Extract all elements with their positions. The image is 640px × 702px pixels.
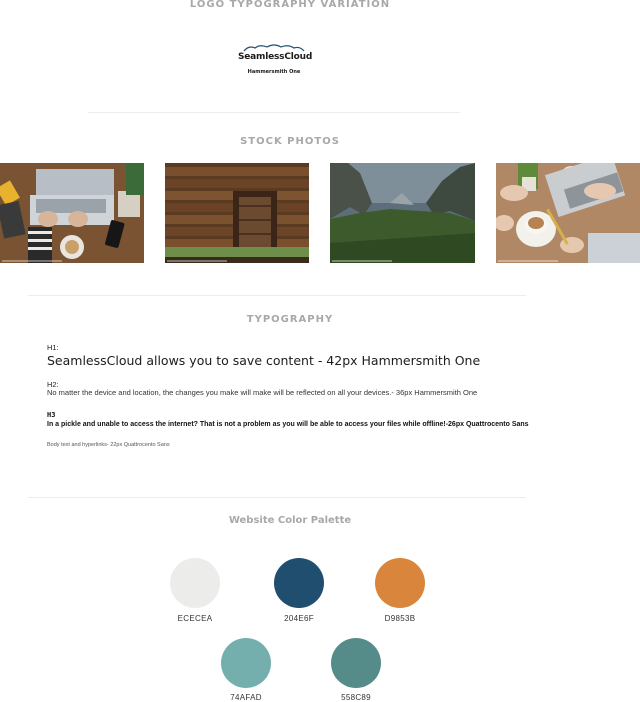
typography-title: TYPOGRAPHY [246,314,334,325]
logo-font-caption: Hammersmith One [247,69,301,75]
laptop-desk-photo [0,163,144,263]
h3-sample: In a pickle and unable to access the int… [47,421,529,428]
color-swatch [375,558,425,608]
coffee-laptop-meeting-photo [496,163,640,263]
h2-sample: No matter the device and location, the c… [47,388,478,397]
divider [88,112,460,113]
h3-label: H3 [47,411,56,419]
logo-text: SeamlessCloud [238,52,313,62]
stock-photos-title: STOCK PHOTOS [240,136,340,147]
body-text-sample: Body text and hyperlinks- 22px Quattroce… [47,442,170,448]
log-cabin-door-photo [165,163,309,263]
color-palette-title: Website Color Palette [228,515,352,526]
logo: SeamlessCloud Hammersmith One [238,44,313,80]
color-swatch-label: 204E6F [284,614,314,623]
color-swatch-label: 558C89 [341,693,371,702]
color-swatch-label: D9853B [384,614,416,623]
h1-label: H1: [47,343,59,352]
color-swatch-label: ECECEA [177,614,213,623]
color-swatch [221,638,271,688]
divider [28,497,526,498]
mountain-valley-photo [330,163,475,263]
color-swatch [331,638,381,688]
cloud-icon [243,44,305,52]
logo-section-title: LOGO TYPOGRAPHY VARIATION [189,0,391,10]
h1-sample: SeamlessCloud allows you to save content… [47,353,481,368]
divider [28,295,526,296]
color-swatch-label: 74AFAD [230,693,262,702]
color-swatch [170,558,220,608]
color-swatch [274,558,324,608]
